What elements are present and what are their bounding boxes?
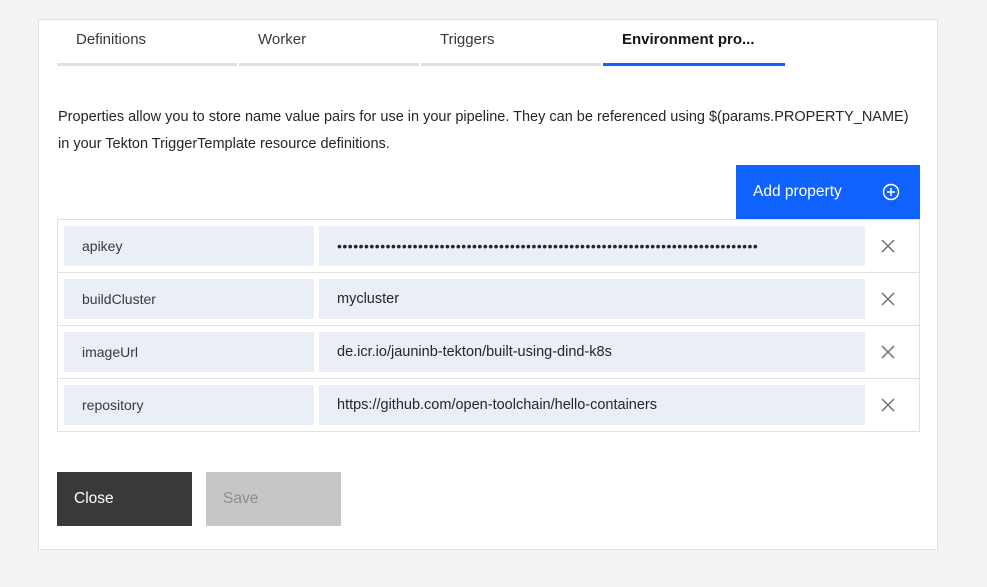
tab-environment-properties[interactable]: Environment pro...	[603, 20, 785, 66]
property-name-input[interactable]	[64, 279, 314, 319]
property-name-input[interactable]	[64, 332, 314, 372]
tab-definitions[interactable]: Definitions	[57, 20, 239, 66]
save-button: Save	[206, 472, 341, 526]
property-row	[58, 273, 919, 326]
save-button-label: Save	[223, 490, 259, 507]
property-row	[58, 326, 919, 379]
close-icon[interactable]	[880, 344, 896, 360]
tab-triggers[interactable]: Triggers	[421, 20, 603, 66]
property-value-input[interactable]	[319, 226, 865, 266]
add-property-button[interactable]: Add property	[736, 165, 920, 219]
tab-label: Definitions	[76, 31, 147, 48]
property-value-input[interactable]	[319, 332, 865, 372]
property-value-input[interactable]	[319, 279, 865, 319]
properties-table	[57, 219, 920, 432]
close-button[interactable]: Close	[57, 472, 192, 526]
environment-properties-panel: Definitions Worker Triggers Environment …	[38, 19, 938, 550]
close-icon[interactable]	[880, 291, 896, 307]
tab-label: Environment pro...	[622, 31, 755, 48]
property-row	[58, 220, 919, 273]
property-value-input[interactable]	[319, 385, 865, 425]
tab-label: Triggers	[440, 31, 495, 48]
tab-worker[interactable]: Worker	[239, 20, 421, 66]
property-name-input[interactable]	[64, 385, 314, 425]
close-icon[interactable]	[880, 238, 896, 254]
property-row	[58, 379, 919, 432]
tab-list: Definitions Worker Triggers Environment …	[57, 20, 785, 66]
close-button-label: Close	[74, 490, 114, 507]
add-circle-icon	[882, 183, 900, 201]
close-icon[interactable]	[880, 397, 896, 413]
property-name-input[interactable]	[64, 226, 314, 266]
description-text: Properties allow you to store name value…	[58, 109, 909, 152]
tab-label: Worker	[258, 31, 307, 48]
add-property-label: Add property	[753, 183, 842, 200]
